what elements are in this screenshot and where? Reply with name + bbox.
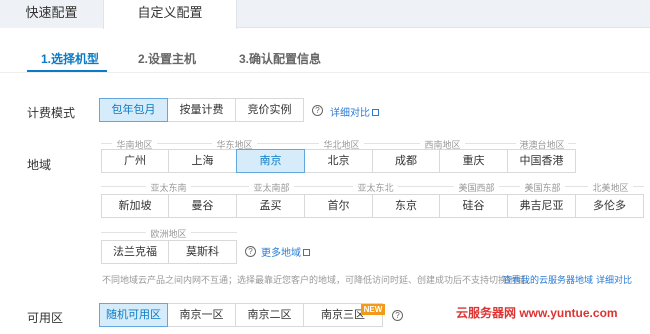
group-north-america: 北美地区 — [588, 181, 633, 194]
zone-random[interactable]: 随机可用区 — [99, 303, 168, 327]
external-link-icon — [303, 249, 310, 256]
region-frankfurt[interactable]: 法兰克福 — [101, 240, 169, 264]
region-label: 地域 — [27, 158, 52, 172]
external-link-icon — [372, 109, 379, 116]
group-us-east: 美国东部 — [520, 181, 565, 194]
region-singapore[interactable]: 新加坡 — [101, 194, 169, 218]
region-beijing[interactable]: 北京 — [304, 149, 373, 173]
billing-compare-link[interactable]: 详细对比 — [330, 104, 379, 119]
region-bangkok[interactable]: 曼谷 — [168, 194, 237, 218]
group-asia-southeast: 亚太东南 — [146, 181, 191, 194]
region-hong-kong[interactable]: 中国香港 — [507, 149, 576, 173]
more-regions-link[interactable]: 更多地域 — [261, 244, 310, 259]
region-shanghai[interactable]: 上海 — [168, 149, 237, 173]
zone-help-icon[interactable]: ? — [392, 310, 403, 321]
region-chongqing[interactable]: 重庆 — [439, 149, 508, 173]
zone-label: 可用区 — [27, 311, 64, 325]
active-step-indicator — [27, 70, 107, 72]
region-guangzhou[interactable]: 广州 — [101, 149, 169, 173]
region-virginia[interactable]: 弗吉尼亚 — [507, 194, 576, 218]
billing-option-monthly[interactable]: 包年包月 — [99, 98, 168, 122]
group-asia-south: 亚太南部 — [249, 181, 294, 194]
tab-custom-config[interactable]: 自定义配置 — [103, 0, 237, 29]
region-help-icon[interactable]: ? — [245, 246, 256, 257]
zone-nanjing-2[interactable]: 南京二区 — [235, 303, 304, 327]
my-server-regions-link[interactable]: 查看我的云服务器地域 — [503, 273, 593, 286]
steps-divider — [0, 72, 650, 73]
billing-option-pay-as-you-go[interactable]: 按量计费 — [167, 98, 236, 122]
region-nanjing[interactable]: 南京 — [236, 149, 305, 173]
zone-nanjing-1[interactable]: 南京一区 — [167, 303, 236, 327]
region-silicon-valley[interactable]: 硅谷 — [439, 194, 508, 218]
site-watermark: 云服务器网 www.yuntue.com — [456, 306, 618, 320]
group-us-west: 美国西部 — [454, 181, 499, 194]
new-badge: NEW — [361, 304, 385, 315]
tab-quick-config[interactable]: 快速配置 — [0, 0, 103, 28]
region-mumbai[interactable]: 孟买 — [236, 194, 305, 218]
step-set-host[interactable]: 2.设置主机 — [138, 50, 196, 67]
region-toronto[interactable]: 多伦多 — [575, 194, 644, 218]
region-compare-link[interactable]: 详细对比 — [596, 273, 632, 286]
region-tokyo[interactable]: 东京 — [372, 194, 440, 218]
group-europe: 欧洲地区 — [146, 227, 191, 240]
region-moscow[interactable]: 莫斯科 — [168, 240, 237, 264]
step-confirm-config[interactable]: 3.确认配置信息 — [239, 50, 321, 67]
config-mode-tabs: 快速配置 自定义配置 — [0, 0, 650, 29]
billing-mode-label: 计费模式 — [27, 106, 76, 120]
region-note: 不同地域云产品之间内网不互通；选择最靠近您客户的地域，可降低访问时延、创建成功后… — [102, 275, 535, 285]
group-asia-northeast: 亚太东北 — [353, 181, 398, 194]
region-seoul[interactable]: 首尔 — [304, 194, 373, 218]
billing-help-icon[interactable]: ? — [312, 105, 323, 116]
step-select-model[interactable]: 1.选择机型 — [41, 50, 99, 67]
region-chengdu[interactable]: 成都 — [372, 149, 440, 173]
billing-option-spot[interactable]: 竞价实例 — [235, 98, 304, 122]
